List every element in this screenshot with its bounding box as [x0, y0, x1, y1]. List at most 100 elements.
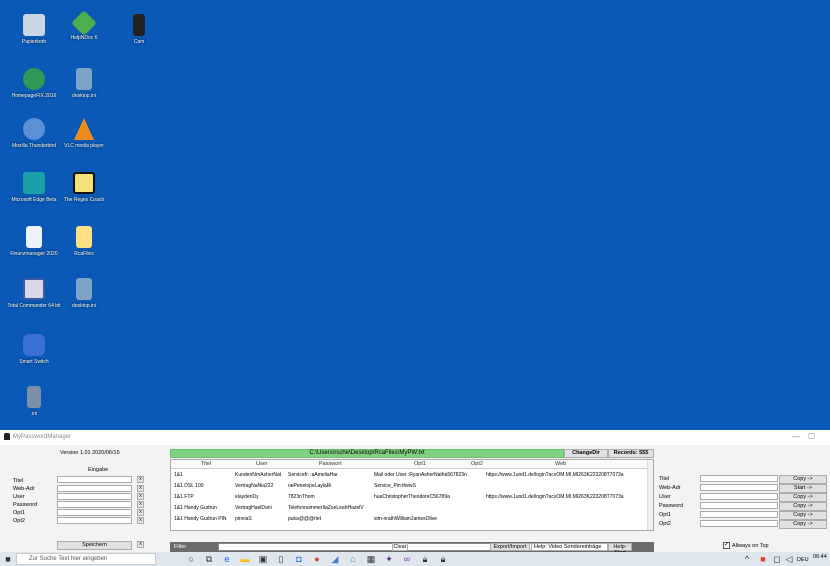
- language-indicator[interactable]: DEU: [797, 557, 809, 563]
- copy-password-button[interactable]: Copy ->: [779, 502, 827, 511]
- column-header-opt2[interactable]: Opt2: [471, 461, 483, 467]
- taskbar-search-input[interactable]: Zur Suche Text hier eingeben: [16, 553, 156, 565]
- cell-titel: 1&1 DSL 100: [174, 483, 204, 489]
- right-label-opt1: Opt1: [659, 512, 671, 518]
- desktop-icon-smart-switch[interactable]: Smart Switch: [6, 334, 62, 365]
- save-button[interactable]: Speichern: [57, 541, 132, 550]
- vlc-icon: [74, 118, 94, 140]
- desktop-icon-desktop-ini-2[interactable]: desktop.ini: [56, 278, 112, 309]
- cell-opt1: huaChristopherTheodoreC56789a: [374, 494, 450, 500]
- desktop-icon-thunderbird[interactable]: Mozilla Thunderbird: [6, 118, 62, 149]
- volume-icon[interactable]: ◁: [784, 554, 794, 564]
- chevron-up-icon[interactable]: ^: [742, 554, 752, 564]
- clear-all-button[interactable]: x: [137, 541, 144, 548]
- copy-titel-button[interactable]: Copy ->: [779, 475, 827, 484]
- right-label-opt2: Opt2: [659, 521, 671, 527]
- chrome-icon[interactable]: ●: [312, 554, 322, 564]
- clock-time[interactable]: 06:44: [813, 554, 827, 560]
- version-label: Version 1.01 2020/06/15: [60, 450, 120, 456]
- cell-user: KundenNrnAsherNat: [235, 472, 282, 478]
- desktop-icon-ini[interactable]: .ini: [6, 386, 62, 417]
- clear-opt1-button[interactable]: x: [137, 509, 144, 516]
- user-display: [700, 493, 778, 500]
- right-label-titel: Titel: [659, 476, 670, 482]
- change-dir-button[interactable]: ChangeDir: [564, 449, 608, 458]
- web-adr-input[interactable]: [57, 485, 132, 492]
- mail-icon[interactable]: ◘: [294, 554, 304, 564]
- opt1-input[interactable]: [57, 509, 132, 516]
- export-import-button[interactable]: Export/Import: [490, 543, 530, 551]
- desktop-icon-cam[interactable]: Cam: [111, 14, 167, 45]
- desktop-icon-regex-coach[interactable]: The Regex Coach: [56, 172, 112, 203]
- visual-studio-icon[interactable]: ✦: [384, 554, 394, 564]
- column-header-passwort[interactable]: Passwort: [319, 461, 342, 467]
- task-view-icon[interactable]: ⧉: [204, 554, 214, 564]
- store-icon[interactable]: ▣: [258, 554, 268, 564]
- clear-user-button[interactable]: x: [137, 493, 144, 500]
- column-header-user[interactable]: User: [256, 461, 268, 467]
- column-header-titel[interactable]: Titel: [201, 461, 211, 467]
- help-start-button[interactable]: Help-Start: [608, 543, 632, 556]
- cell-passwort: Servicefr. :aAmeliaHar: [288, 472, 338, 478]
- maximize-button[interactable]: ☐: [808, 432, 815, 441]
- start-web-button[interactable]: Start ->: [779, 484, 827, 493]
- copy-user-button[interactable]: Copy ->: [779, 493, 827, 502]
- desktop-icon-edge-beta[interactable]: Microsoft Edge Beta: [6, 172, 62, 203]
- clear-titel-button[interactable]: x: [137, 476, 144, 483]
- document-icon[interactable]: ▯: [276, 554, 286, 564]
- clear-password-button[interactable]: x: [137, 501, 144, 508]
- clear-opt2-button[interactable]: x: [137, 517, 144, 524]
- lock-icon[interactable]: 🔒︎: [438, 554, 448, 564]
- desktop-icon-total-commander[interactable]: Total Commander 64 bit: [6, 278, 62, 309]
- desktop-icon-papierkorb[interactable]: Papierkorb: [6, 14, 62, 45]
- cell-user: elaydenDy: [235, 494, 259, 500]
- desktop-icon-homepagefix[interactable]: HomepageFIX 2016: [6, 68, 62, 99]
- column-header-opt1[interactable]: Opt1: [414, 461, 426, 467]
- user-input[interactable]: [57, 493, 132, 500]
- homepagefix-icon: [23, 68, 45, 90]
- field-label-user: User: [13, 494, 25, 500]
- cortana-icon[interactable]: ○: [186, 554, 196, 564]
- desktop-icon-helpndoc[interactable]: HelpNDoc 6: [56, 10, 112, 41]
- opt1-display: [700, 511, 778, 518]
- windows-start-icon[interactable]: ■: [3, 554, 13, 564]
- web-adr-display: [700, 484, 778, 491]
- calculator-icon[interactable]: ▦: [366, 554, 376, 564]
- records-table[interactable]: Titel User Passwort Opt1 Opt2 Web 1&1 Ku…: [170, 459, 654, 531]
- edge-beta-icon: [23, 172, 45, 194]
- cell-user: VertragHaelDani: [235, 505, 272, 511]
- desktop-icon-vlc[interactable]: VLC media player: [56, 118, 112, 149]
- always-on-top-checkbox[interactable]: ✓: [723, 542, 730, 549]
- app-icon[interactable]: ◢: [330, 554, 340, 564]
- copy-opt2-button[interactable]: Copy ->: [779, 520, 827, 529]
- cell-opt1: sim-nrathWilliamJamesOlive: [374, 516, 438, 522]
- field-label-opt1: Opt1: [13, 510, 25, 516]
- visual-studio-icon[interactable]: ∞: [402, 554, 412, 564]
- opt2-input[interactable]: [57, 517, 132, 524]
- window-titlebar[interactable]: MyPasswordManager — ☐: [0, 430, 830, 445]
- copy-opt1-button[interactable]: Copy ->: [779, 511, 827, 520]
- clear-web-adr-button[interactable]: x: [137, 485, 144, 492]
- field-label-web-adr: Web-Adr: [13, 486, 35, 492]
- cell-titel: 1&1 FTP: [174, 494, 194, 500]
- column-header-web[interactable]: Web: [555, 461, 566, 467]
- desktop-icon-rcafiles[interactable]: RcaFiles: [56, 226, 112, 257]
- titel-input[interactable]: [57, 476, 132, 483]
- cell-titel: 1&1 Handy Gudrun: [174, 505, 217, 511]
- network-icon[interactable]: ◻: [772, 554, 782, 564]
- tray-app-icon[interactable]: ■: [758, 554, 768, 564]
- edge-icon[interactable]: e: [222, 554, 232, 564]
- cell-opt1: Mail oder User :RyanAsherNatha567823n: [374, 472, 467, 478]
- field-label-titel: Titel: [13, 478, 24, 484]
- clear-filter-button[interactable]: Clear: [392, 543, 408, 551]
- table-scrollbar[interactable]: [647, 460, 653, 530]
- help-select[interactable]: Help: Video Sondereinträge: [531, 543, 608, 551]
- lock-icon[interactable]: 🔒︎: [420, 554, 430, 564]
- desktop-icon-desktop-ini[interactable]: desktop.ini: [56, 68, 112, 99]
- desktop-icon-finanzmanager[interactable]: Finanzmanager 2020: [6, 226, 62, 257]
- password-input[interactable]: [57, 501, 132, 508]
- minimize-button[interactable]: —: [792, 432, 800, 441]
- file-explorer-icon[interactable]: ▬: [240, 554, 250, 564]
- window-title: MyPasswordManager: [13, 434, 72, 440]
- shield-icon[interactable]: ⌂: [348, 554, 358, 564]
